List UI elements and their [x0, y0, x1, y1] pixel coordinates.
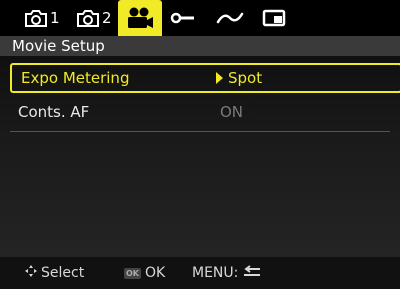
tab-bar: 1 2 [0, 0, 400, 36]
menu-list: Expo Metering Spot Conts. AF ON [0, 56, 400, 257]
row-divider [10, 131, 390, 132]
tab-number: 1 [50, 9, 60, 27]
ok-hint: OK OK [124, 257, 165, 289]
menu-item-label: Conts. AF [18, 103, 90, 121]
menu-hint-label: MENU: [192, 265, 239, 281]
tab-camera-1[interactable]: 1 [24, 4, 60, 32]
movie-camera-icon [125, 6, 155, 30]
page-title: Movie Setup [12, 37, 105, 55]
back-arrow-icon [242, 265, 262, 281]
wrench-icon [170, 9, 196, 27]
playback-icon [262, 8, 288, 28]
ok-hint-label: OK [145, 265, 166, 281]
camera-menu-screen: 1 2 Movie Setup Expo Metering Spot Conts… [0, 0, 400, 289]
tab-custom[interactable] [216, 4, 244, 32]
title-bar: Movie Setup [0, 36, 400, 56]
menu-item-expo-metering[interactable]: Expo Metering Spot [10, 63, 400, 93]
camera-icon [76, 9, 100, 27]
menu-hint: MENU: [192, 257, 262, 289]
select-hint: Select [24, 257, 84, 289]
tab-camera-2[interactable]: 2 [76, 4, 112, 32]
wave-icon [216, 9, 244, 27]
menu-item-value: ON [220, 103, 244, 121]
dpad-icon [24, 264, 38, 282]
ok-button-icon: OK [124, 267, 141, 279]
hint-bar: Select OK OK MENU: [0, 257, 400, 289]
tab-number: 2 [102, 9, 112, 27]
select-hint-label: Select [41, 265, 85, 281]
tab-playback[interactable] [262, 4, 288, 32]
menu-item-conts-af[interactable]: Conts. AF ON [0, 99, 400, 129]
tab-setup[interactable] [170, 4, 196, 32]
menu-item-value: Spot [216, 65, 262, 91]
tab-movie[interactable] [118, 0, 162, 36]
menu-item-label: Expo Metering [21, 69, 130, 87]
camera-icon [24, 9, 48, 27]
